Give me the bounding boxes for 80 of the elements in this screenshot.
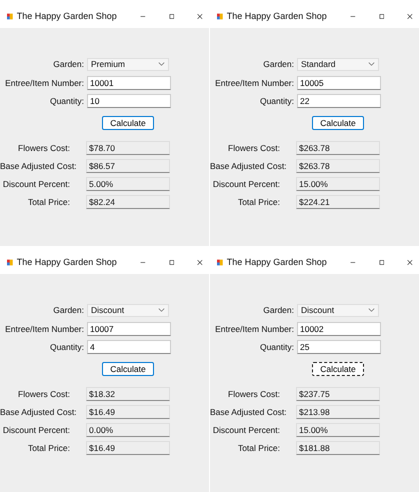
- maximize-icon[interactable]: [168, 258, 174, 266]
- chevron-icon: [368, 62, 375, 66]
- output-label: Discount Percent:: [2, 424, 71, 434]
- output-label: Discount Percent:: [2, 178, 71, 188]
- input-field[interactable]: 10: [87, 94, 171, 108]
- output-label: Base Adjusted Cost:: [210, 160, 288, 170]
- input-field[interactable]: 10007: [87, 322, 171, 336]
- window-title: The Happy Garden Shop: [16, 257, 117, 267]
- calculate-button[interactable]: Calculate: [312, 362, 364, 376]
- app-icon: [217, 258, 223, 266]
- output-label: Total Price:: [236, 442, 281, 452]
- app-icon: [217, 12, 223, 20]
- output-value: $82.24: [86, 194, 170, 208]
- chevron-icon: [158, 308, 165, 312]
- calculate-button[interactable]: Calculate: [312, 116, 364, 130]
- field-label: Garden:: [262, 59, 295, 70]
- output-label: Discount Percent:: [212, 178, 281, 188]
- input-field[interactable]: 10005: [297, 76, 381, 90]
- maximize-icon[interactable]: [378, 12, 384, 20]
- output-value: $224.21: [296, 194, 380, 208]
- input-field[interactable]: 4: [87, 340, 171, 354]
- calculate-button[interactable]: Calculate: [102, 362, 154, 376]
- calculate-button[interactable]: Calculate: [102, 116, 154, 130]
- close-icon[interactable]: [197, 12, 204, 20]
- output-label: Flowers Cost:: [227, 388, 281, 398]
- field-label: Quantity:: [48, 96, 85, 106]
- output-value: 15.00%: [296, 176, 380, 190]
- garden-dropdown[interactable]: Discount: [87, 304, 169, 317]
- output-label: Total Price:: [26, 442, 71, 452]
- app-icon: [7, 258, 13, 266]
- output-value: 15.00%: [296, 422, 380, 436]
- output-value: $86.57: [86, 158, 170, 172]
- output-value: 0.00%: [86, 422, 170, 436]
- output-label: Base Adjusted Cost:: [0, 160, 78, 170]
- output-label: Base Adjusted Cost:: [0, 406, 78, 416]
- output-label: Total Price:: [236, 196, 281, 206]
- output-label: Discount Percent:: [212, 424, 281, 434]
- output-value: $16.49: [86, 404, 170, 418]
- output-value: $237.75: [296, 386, 380, 400]
- output-value: 5.00%: [86, 176, 170, 190]
- output-value: $263.78: [296, 140, 380, 154]
- app-icon: [7, 12, 13, 20]
- field-label: Entree/Item Number:: [214, 324, 295, 334]
- input-field[interactable]: 25: [297, 340, 381, 354]
- field-label: Entree/Item Number:: [214, 78, 295, 88]
- chevron-icon: [368, 308, 375, 312]
- window-title: The Happy Garden Shop: [16, 11, 117, 21]
- output-value: $263.78: [296, 158, 380, 172]
- output-label: Flowers Cost:: [17, 142, 71, 152]
- output-value: $78.70: [86, 140, 170, 154]
- close-icon[interactable]: [197, 258, 204, 266]
- garden-dropdown[interactable]: Standard: [297, 58, 379, 71]
- field-label: Quantity:: [258, 96, 295, 106]
- output-value: $181.88: [296, 440, 380, 454]
- output-value: $18.32: [86, 386, 170, 400]
- output-value: $213.98: [296, 404, 380, 418]
- input-field[interactable]: 10002: [297, 322, 381, 336]
- garden-dropdown[interactable]: Discount: [297, 304, 379, 317]
- output-label: Flowers Cost:: [17, 388, 71, 398]
- window-title: The Happy Garden Shop: [226, 257, 327, 267]
- window-title: The Happy Garden Shop: [226, 11, 327, 21]
- field-label: Garden:: [52, 59, 85, 70]
- close-icon[interactable]: [407, 258, 414, 266]
- output-label: Flowers Cost:: [227, 142, 281, 152]
- output-label: Base Adjusted Cost:: [210, 406, 288, 416]
- input-field[interactable]: 22: [297, 94, 381, 108]
- output-value: $16.49: [86, 440, 170, 454]
- field-label: Garden:: [52, 305, 85, 316]
- maximize-icon[interactable]: [378, 258, 384, 266]
- close-icon[interactable]: [407, 12, 414, 20]
- field-label: Entree/Item Number:: [4, 78, 85, 88]
- field-label: Quantity:: [48, 342, 85, 352]
- chevron-icon: [158, 62, 165, 66]
- field-label: Entree/Item Number:: [4, 324, 85, 334]
- output-label: Total Price:: [26, 196, 71, 206]
- maximize-icon[interactable]: [168, 12, 174, 20]
- input-field[interactable]: 10001: [87, 76, 171, 90]
- field-label: Quantity:: [258, 342, 295, 352]
- field-label: Garden:: [262, 305, 295, 316]
- garden-dropdown[interactable]: Premium: [87, 58, 169, 71]
